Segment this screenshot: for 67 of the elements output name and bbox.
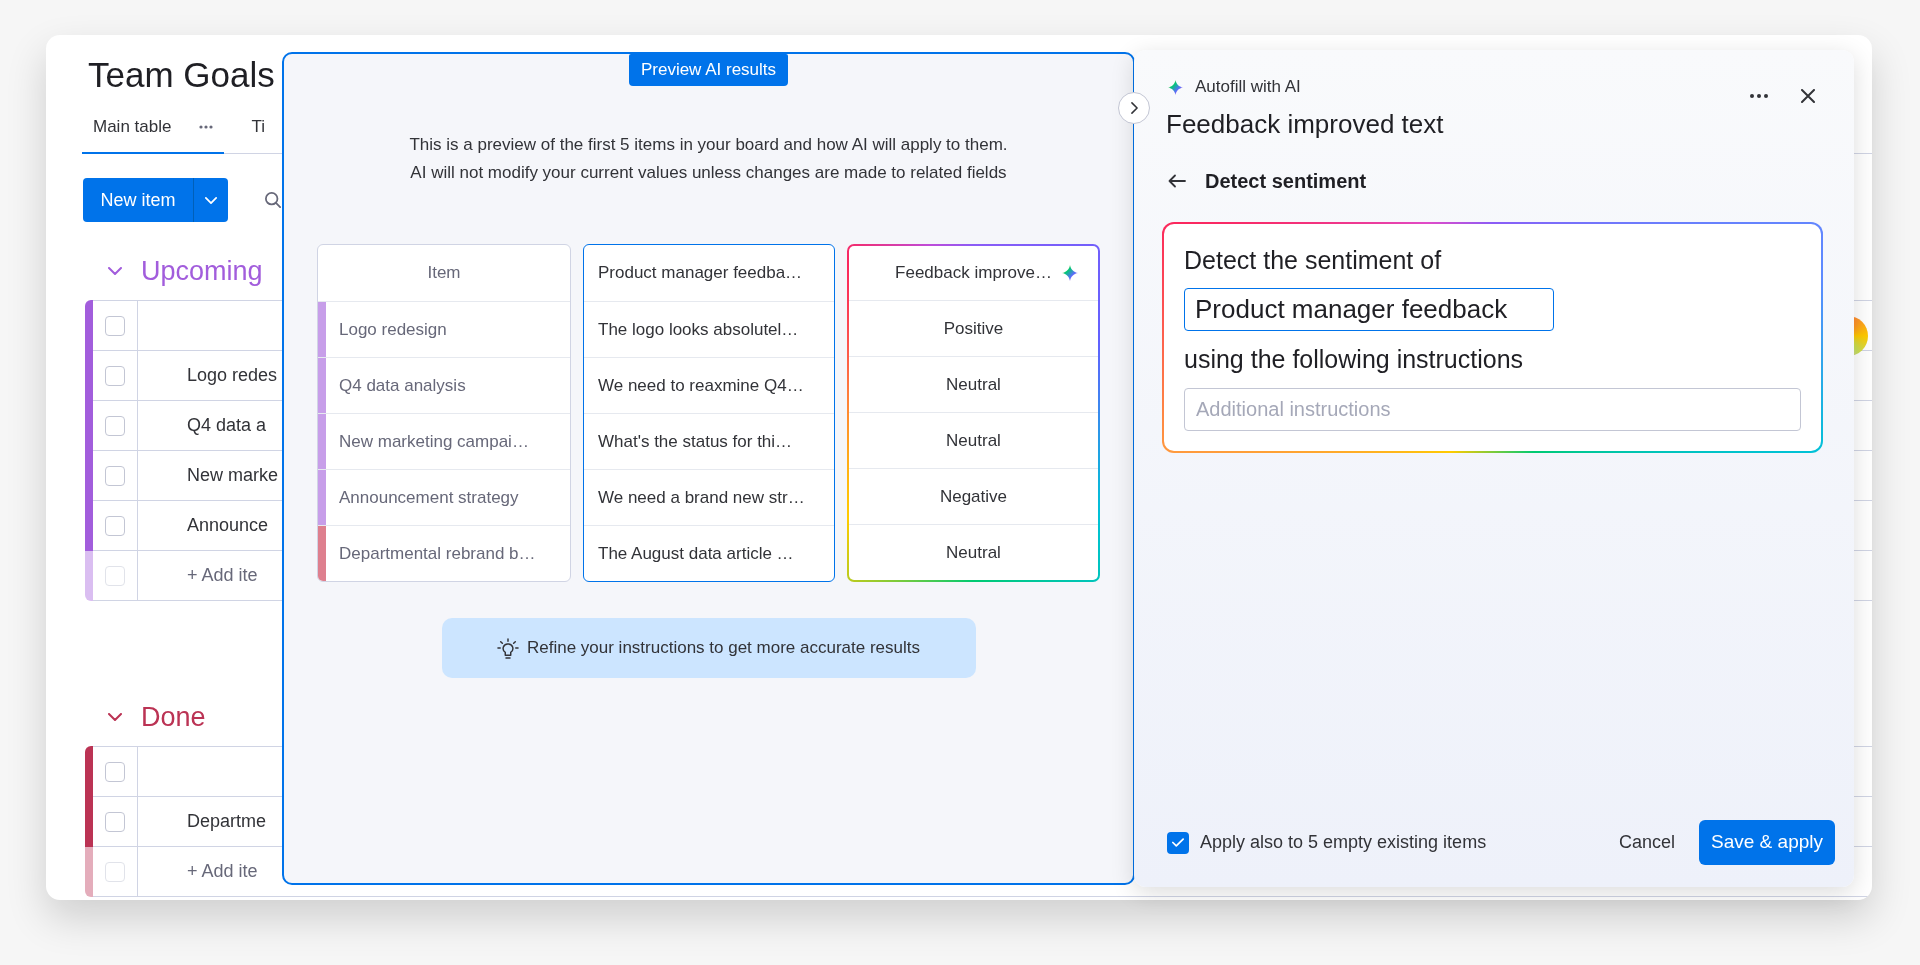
row-checkbox[interactable]	[105, 415, 125, 436]
row-checkbox[interactable]	[105, 565, 125, 586]
column-header: Item	[427, 262, 461, 285]
close-icon[interactable]	[1801, 89, 1815, 103]
chevron-right-icon	[1130, 102, 1138, 114]
prompt-text: Detect the sentiment of	[1184, 245, 1442, 276]
add-item-button[interactable]: + Add ite	[187, 858, 258, 885]
item-name: Q4 data analysis	[339, 374, 466, 397]
item-name: New marketing campai…	[339, 430, 529, 453]
board-title: Team Goals	[88, 54, 275, 96]
group-title: Upcoming	[141, 255, 263, 288]
row-checkbox[interactable]	[105, 515, 125, 536]
feedback-text: What's the status for thi…	[598, 430, 793, 453]
item-name: Q4 data a	[187, 414, 267, 437]
save-apply-button[interactable]: Save & apply	[1699, 820, 1835, 865]
row-checkbox[interactable]	[105, 861, 125, 882]
item-name: New marke	[187, 464, 279, 487]
preview-badge: Preview AI results	[628, 54, 789, 86]
lightbulb-icon	[496, 637, 519, 659]
sparkle-icon	[1061, 265, 1078, 281]
row-checkbox[interactable]	[105, 811, 125, 832]
item-name: Announcement strategy	[339, 486, 519, 509]
sentiment-label: Positive	[943, 317, 1004, 340]
column-header: Product manager feedba…	[598, 262, 803, 285]
row-checkbox[interactable]	[105, 465, 125, 486]
feedback-text: We need a brand new str…	[598, 486, 805, 509]
step-title: Detect sentiment	[1205, 169, 1367, 194]
chevron-down-icon[interactable]	[108, 267, 122, 275]
search-icon[interactable]	[265, 192, 281, 208]
column-header: Feedback improve…	[895, 262, 1052, 285]
back-arrow-icon[interactable]	[1168, 174, 1186, 188]
item-name: Announce	[187, 514, 269, 537]
sentiment-label: Neutral	[946, 429, 1001, 452]
apply-checkbox[interactable]	[1167, 831, 1189, 854]
preview-description: This is a preview of the first 5 items in your board and how AI will apply to them. AI will not modify your current values unless changes are made to related fields	[409, 134, 1008, 184]
sentiment-label: Negative	[939, 485, 1008, 508]
row-checkbox[interactable]	[105, 365, 125, 386]
item-name: Departme	[187, 810, 267, 833]
tip-text: Refine your instructions to get more accurate results	[526, 637, 921, 660]
column-select-field[interactable]: Product manager feedback	[1184, 288, 1554, 331]
sentiment-label: Neutral	[946, 541, 1001, 564]
item-name: Logo redes	[187, 364, 278, 387]
group-title: Done	[141, 701, 206, 734]
new-item-button[interactable]: New item	[83, 178, 193, 222]
feedback-text: The logo looks absolutel…	[598, 318, 799, 341]
cancel-button[interactable]: Cancel	[1619, 829, 1676, 856]
view-tab[interactable]: Main table	[82, 109, 225, 154]
more-icon[interactable]	[1750, 94, 1768, 98]
add-item-button[interactable]: + Add ite	[187, 562, 258, 589]
checkbox-label: Apply also to 5 empty existing items	[1200, 831, 1487, 854]
row-checkbox[interactable]	[105, 761, 125, 782]
sentiment-label: Neutral	[946, 373, 1001, 396]
panel-title: Feedback improved text	[1166, 108, 1444, 141]
instructions-input[interactable]: Additional instructions	[1184, 388, 1801, 431]
item-name: Departmental rebrand b…	[339, 542, 536, 565]
feedback-text: The August data article …	[598, 542, 794, 565]
dropdown-button[interactable]	[193, 178, 228, 222]
item-name: Logo redesign	[339, 318, 447, 341]
panel-subtitle: Autofill with AI	[1195, 76, 1301, 98]
check-icon	[1172, 838, 1184, 847]
more-icon[interactable]	[199, 124, 214, 129]
prompt-text: using the following instructions	[1184, 344, 1524, 375]
feedback-text: We need to reaxmine Q4…	[598, 374, 804, 397]
row-checkbox[interactable]	[105, 315, 125, 336]
chevron-down-icon[interactable]	[108, 713, 122, 721]
view-tab[interactable]: Ti	[240, 109, 276, 154]
sparkle-icon	[1168, 79, 1183, 95]
